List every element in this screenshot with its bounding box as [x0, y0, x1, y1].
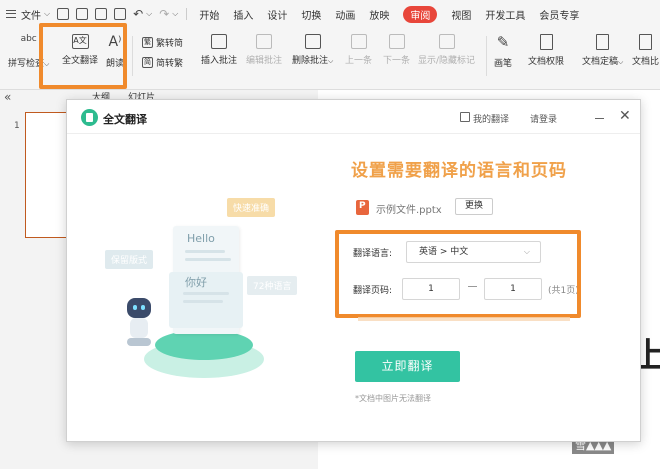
doc-permission-label: 文档权限 — [528, 57, 565, 67]
tab-animations[interactable]: 动画 — [335, 7, 355, 22]
robot-icon — [127, 298, 151, 318]
robot-body — [130, 318, 148, 338]
paper-line — [183, 300, 223, 303]
translate-now-button[interactable]: 立即翻译 — [355, 351, 460, 382]
paper-line — [185, 250, 225, 253]
simp-icon: 简 — [142, 57, 153, 68]
faded-tip-line — [358, 317, 570, 321]
dialog-headline: 设置需要翻译的语言和页码 — [351, 161, 567, 181]
show-hide-marks-label: 显示/隐藏标记 — [418, 56, 476, 66]
previous-label: 上一条 — [345, 56, 373, 66]
translate-illustration: Hello 你好 快速准确 保留版式 72种语言 — [97, 190, 317, 380]
doc-permission-icon — [539, 34, 553, 50]
next-icon — [388, 34, 405, 49]
close-icon[interactable]: ✕ — [619, 108, 631, 124]
doc-compare-icon — [639, 34, 652, 50]
options-highlight-box — [335, 230, 581, 318]
delete-comment-label: 删除批注 — [292, 56, 329, 66]
to-simplified-label: 简转繁 — [156, 59, 184, 69]
doc-finalize-label: 文档定稿 — [582, 57, 619, 67]
slide-number: 1 — [14, 121, 20, 131]
delete-comment-icon — [304, 34, 321, 49]
image-note: *文档中图片无法翻译 — [355, 394, 431, 403]
dialog-titlebar: 全文翻译 我的翻译 请登录 ✕ — [67, 100, 640, 134]
delete-comment-button[interactable]: 删除批注⌵ — [292, 34, 333, 66]
pen-icon: ✎ — [496, 33, 510, 51]
translate-logo-icon — [81, 109, 98, 126]
file-name: 示例文件.pptx — [376, 205, 442, 216]
translate-highlight-box — [39, 23, 127, 89]
trad-icon: 繁 — [142, 37, 153, 48]
to-traditional-label: 繁转简 — [156, 39, 184, 49]
tab-transitions[interactable]: 切换 — [301, 7, 321, 22]
pen-label: 画笔 — [494, 59, 513, 69]
tab-insert[interactable]: 插入 — [233, 7, 253, 22]
robot-eye — [133, 305, 137, 310]
tab-home[interactable]: 开始 — [199, 7, 219, 22]
insert-comment-label: 插入批注 — [201, 56, 238, 66]
tab-view[interactable]: 视图 — [451, 7, 471, 22]
add-comment-icon — [211, 34, 227, 49]
platform — [155, 330, 253, 360]
new-doc-icon[interactable] — [57, 8, 70, 20]
tab-developer[interactable]: 开发工具 — [485, 7, 525, 22]
edit-comment-icon — [256, 34, 272, 49]
to-simplified-button[interactable]: 简 简转繁 — [142, 56, 183, 69]
pen-button[interactable]: ✎ 画笔 — [494, 33, 513, 70]
robot-base — [127, 338, 151, 346]
file-menu[interactable]: 文件 — [21, 7, 41, 22]
previous-icon — [350, 34, 367, 49]
my-translations-icon[interactable] — [460, 112, 470, 122]
doc-permission-button[interactable]: 文档权限 — [528, 34, 564, 67]
tag-72-languages: 72种语言 — [247, 276, 298, 295]
edit-comment-label: 编辑批注 — [246, 56, 283, 66]
robot-eye — [141, 305, 145, 310]
quick-access-dropdown-icon[interactable]: ⌵ — [172, 9, 178, 19]
nihao-text: 你好 — [185, 276, 207, 289]
doc-compare-button[interactable]: 文档比 — [632, 34, 659, 67]
print-icon[interactable] — [95, 8, 108, 20]
previous-comment-button[interactable]: 上一条 — [345, 34, 372, 66]
dialog-title: 全文翻译 — [103, 113, 147, 126]
hello-text: Hello — [187, 232, 215, 245]
preview-icon[interactable] — [114, 8, 127, 20]
chevron-down-icon[interactable]: ⌵ — [44, 9, 50, 19]
tag-fast-accurate: 快速准确 — [227, 198, 276, 217]
paper-line — [185, 258, 231, 261]
next-comment-button[interactable]: 下一条 — [383, 34, 410, 66]
to-traditional-button[interactable]: 繁 繁转简 — [142, 36, 183, 49]
doc-finalize-icon — [596, 34, 610, 50]
my-translations-link[interactable]: 我的翻译 — [473, 112, 509, 125]
tag-keep-layout: 保留版式 — [105, 250, 154, 269]
tab-slideshow[interactable]: 放映 — [369, 7, 389, 22]
translate-dialog: 全文翻译 我的翻译 请登录 ✕ Hello 你好 快速准确 保留版式 72种语言 — [66, 99, 641, 442]
login-link[interactable]: 请登录 — [530, 112, 557, 125]
edit-comment-button[interactable]: 编辑批注 — [246, 34, 282, 66]
show-hide-marks-button[interactable]: 显示/隐藏标记 — [418, 34, 475, 66]
undo-dropdown-icon[interactable]: ⌵ — [146, 9, 152, 19]
pptx-file-icon — [356, 200, 369, 215]
slide-thumbnail[interactable] — [25, 112, 71, 238]
paper-line — [183, 292, 229, 295]
tab-member[interactable]: 会员专享 — [539, 7, 579, 22]
save-icon[interactable] — [76, 8, 89, 20]
divider — [486, 36, 487, 76]
tab-review[interactable]: 审阅 — [403, 5, 438, 23]
change-file-button[interactable]: 更换 — [455, 198, 493, 215]
eye-icon — [438, 34, 455, 49]
spellcheck-icon: abc — [20, 34, 37, 44]
insert-comment-button[interactable]: 插入批注 — [201, 34, 237, 66]
redo-icon[interactable]: ↷ — [159, 7, 169, 21]
divider — [186, 8, 188, 20]
hamburger-menu-icon[interactable] — [6, 10, 16, 18]
minimize-icon[interactable] — [595, 118, 604, 119]
collapse-panel-icon[interactable]: « — [4, 90, 11, 104]
undo-icon[interactable]: ↶ — [133, 7, 143, 21]
doc-finalize-button[interactable]: 文档定稿⌵ — [582, 34, 623, 67]
divider — [132, 36, 133, 76]
doc-compare-label: 文档比 — [632, 57, 660, 67]
app-window: 文件 ⌵ ↶ ⌵ ↷ ⌵ 开始 插入 设计 切换 动画 放映 审阅 视图 开发工… — [0, 0, 660, 469]
next-label: 下一条 — [383, 56, 411, 66]
tab-design[interactable]: 设计 — [267, 7, 287, 22]
